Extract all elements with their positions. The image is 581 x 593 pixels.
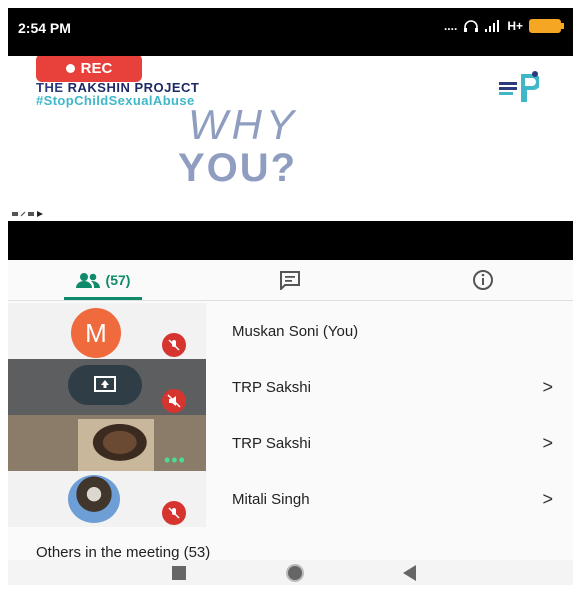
shared-screen-video[interactable]: REC THE RAKSHIN PROJECT #StopChildSexual… [8,56,573,221]
participant-row[interactable]: Mitali Singh > [8,471,573,527]
participant-tile: ••• [8,415,206,471]
participant-tile [8,471,206,527]
battery-icon [529,19,564,33]
back-icon[interactable] [403,565,416,581]
mic-off-icon [162,333,186,357]
mic-off-icon [162,389,186,413]
home-icon[interactable] [286,564,304,582]
participant-name: TRP Sakshi [232,379,311,396]
others-in-meeting-header: Others in the meeting (53) [36,544,211,561]
headline-you: YOU? [178,146,298,190]
headphones-icon [464,20,479,32]
status-time: 2:54 PM [18,20,71,36]
video-controls-icon[interactable] [12,210,46,218]
headline-why: WHY [188,101,298,148]
android-nav-bar [8,560,573,585]
chat-icon [280,271,300,290]
participant-list: M Muskan Soni (You) TRP Sakshi > ••• TRP… [8,303,573,527]
active-tab-indicator [64,297,142,300]
participant-name: TRP Sakshi [232,435,311,452]
chevron-right-icon[interactable]: > [542,489,553,510]
participant-video-thumbnail [78,419,154,471]
participants-panel: (57) M Muskan Soni (You) TRP Sakshi > ••… [8,260,573,585]
mic-off-icon [162,501,186,525]
tab-chat[interactable] [270,260,310,300]
info-icon [473,270,493,290]
participant-row[interactable]: ••• TRP Sakshi > [8,415,573,471]
rakshin-logo-icon [497,71,539,102]
people-count: (57) [105,272,131,288]
chevron-right-icon[interactable]: > [542,433,553,454]
tab-people[interactable]: (57) [58,260,148,300]
rec-label: REC [80,59,113,77]
screen-share-icon [68,365,142,405]
recording-badge: REC [36,56,142,82]
status-bar: 2:54 PM .... H+ [8,8,573,50]
speaking-indicator-icon: ••• [164,450,186,470]
rec-dot-icon [65,63,75,73]
recents-icon[interactable] [172,566,186,580]
participant-tile [8,359,206,415]
phone-screen: 2:54 PM .... H+ REC THE RAKSHIN PROJECT … [8,8,573,585]
signal-dots-icon: .... [443,19,458,33]
panel-tabs: (57) [8,260,573,301]
tab-info[interactable] [463,260,503,300]
chevron-right-icon[interactable]: > [542,377,553,398]
participant-row[interactable]: M Muskan Soni (You) [8,303,573,359]
participant-name: Mitali Singh [232,491,310,508]
signal-bars-icon [485,20,500,32]
hashtag: #StopChildSexualAbuse [36,93,195,108]
avatar [68,475,120,523]
status-icons: .... H+ [443,19,564,33]
avatar: M [71,308,121,358]
participant-tile: M [8,303,206,359]
network-type: H+ [507,19,523,33]
people-icon [75,273,100,288]
participant-row[interactable]: TRP Sakshi > [8,359,573,415]
participant-name: Muskan Soni (You) [232,323,359,340]
